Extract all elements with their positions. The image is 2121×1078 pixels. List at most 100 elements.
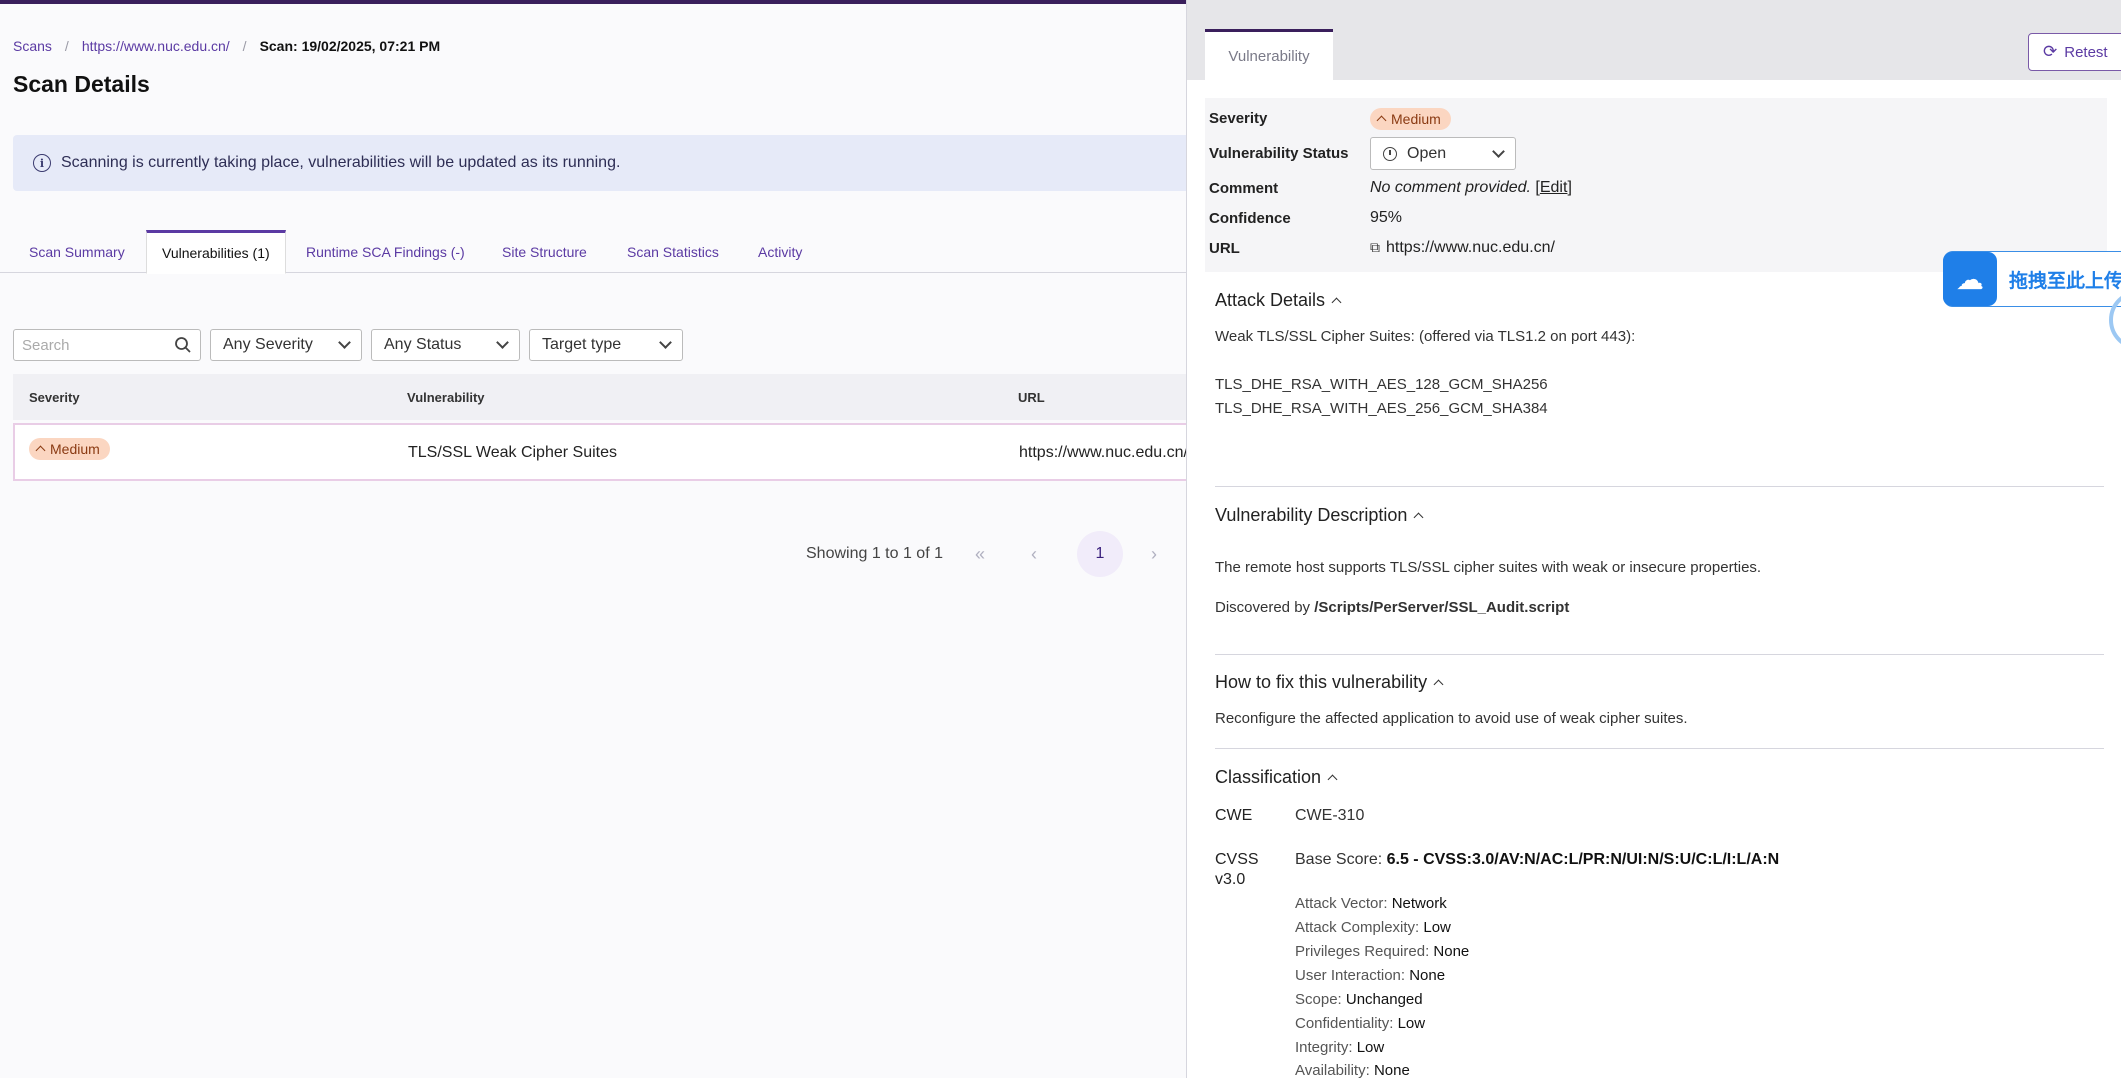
floating-upload-widget[interactable]: ☁ 拖拽至此上传	[1943, 251, 2121, 307]
divider	[1215, 748, 2104, 749]
search-input[interactable]: Search	[13, 329, 201, 361]
tab-scan-summary[interactable]: Scan Summary	[14, 230, 140, 273]
how-to-fix-text: Reconfigure the affected application to …	[1215, 710, 1688, 727]
confidence-value: 95%	[1370, 209, 1403, 226]
cwe-value: CWE-310	[1295, 807, 1365, 824]
severity-filter-value: Any Severity	[223, 336, 313, 353]
url-value[interactable]: ⧉ https://www.nuc.edu.cn/	[1370, 239, 1555, 257]
attack-details-header[interactable]: Attack Details	[1215, 290, 1342, 311]
breadcrumb-scans-link[interactable]: Scans	[13, 38, 52, 54]
vulnerability-status-dropdown[interactable]: Open	[1370, 137, 1516, 170]
cvss-metric: Attack Complexity: Low	[1295, 919, 1451, 936]
vulnerability-status-label: Vulnerability Status	[1209, 144, 1349, 162]
discovered-by: Discovered by /Scripts/PerServer/SSL_Aud…	[1215, 599, 1570, 616]
breadcrumb-separator: /	[64, 38, 69, 54]
cvss-base-score: Base Score: 6.5 - CVSS:3.0/AV:N/AC:L/PR:…	[1295, 851, 1780, 868]
cvss-metric: Scope: Unchanged	[1295, 991, 1423, 1008]
search-icon	[175, 337, 191, 353]
severity-badge-medium: Medium	[1370, 108, 1451, 130]
vulnerability-detail-pane: Vulnerability ⟳ Retest Severity Medium V…	[1186, 0, 2121, 1078]
comment-value: No comment provided. [Edit]	[1370, 179, 1572, 196]
breadcrumb-current: Scan: 19/02/2025, 07:21 PM	[259, 38, 441, 54]
chevron-up-icon	[1327, 774, 1338, 785]
target-type-filter-value: Target type	[542, 336, 622, 353]
attack-details-line: TLS_DHE_RSA_WITH_AES_256_GCM_SHA384	[1215, 400, 1548, 417]
chevron-up-icon	[1413, 512, 1424, 523]
banner-text: Scanning is currently taking place, vuln…	[61, 154, 621, 171]
how-to-fix-header[interactable]: How to fix this vulnerability	[1215, 672, 1444, 693]
column-header-severity[interactable]: Severity	[29, 390, 80, 405]
scanning-info-banner: i Scanning is currently taking place, vu…	[13, 135, 1186, 191]
breadcrumb-site-link[interactable]: https://www.nuc.edu.cn/	[82, 38, 230, 54]
cvss-metric: Attack Vector: Network	[1295, 895, 1447, 912]
confidence-label: Confidence	[1209, 209, 1291, 227]
info-icon: i	[33, 154, 51, 172]
attack-details-line: TLS_DHE_RSA_WITH_AES_128_GCM_SHA256	[1215, 376, 1548, 393]
prev-page-button[interactable]: ‹	[1011, 531, 1057, 577]
vulnerability-cell: TLS/SSL Weak Cipher Suites	[408, 444, 617, 461]
chevron-down-icon	[659, 336, 672, 349]
comment-label: Comment	[1209, 179, 1279, 197]
cvss-version-label: v3.0	[1215, 871, 1246, 888]
status-filter-dropdown[interactable]: Any Status	[371, 329, 520, 361]
severity-cell: Medium	[29, 438, 110, 460]
status-filter-value: Any Status	[384, 336, 462, 353]
tab-site-structure[interactable]: Site Structure	[487, 230, 602, 273]
chevron-up-icon	[1331, 297, 1342, 308]
tab-vulnerability[interactable]: Vulnerability	[1205, 29, 1333, 80]
severity-badge-medium: Medium	[29, 438, 110, 460]
target-type-filter-dropdown[interactable]: Target type	[529, 329, 683, 361]
url-label: URL	[1209, 239, 1240, 257]
tab-vulnerabilities[interactable]: Vulnerabilities (1)	[146, 230, 286, 274]
scan-tabs: Scan Summary Vulnerabilities (1) Runtime…	[0, 230, 1186, 274]
cloud-upload-icon: ☁	[1943, 252, 1997, 306]
breadcrumb: Scans / https://www.nuc.edu.cn/ / Scan: …	[13, 38, 440, 54]
chevron-up-icon	[1433, 679, 1444, 690]
page-title: Scan Details	[13, 71, 150, 97]
cwe-label: CWE	[1215, 807, 1253, 824]
severity-filter-dropdown[interactable]: Any Severity	[210, 329, 362, 361]
severity-label: Severity	[1209, 109, 1268, 127]
discovered-by-script: /Scripts/PerServer/SSL_Audit.script	[1314, 599, 1570, 616]
vulnerability-description-header[interactable]: Vulnerability Description	[1215, 505, 1424, 526]
tab-runtime-sca-findings[interactable]: Runtime SCA Findings (-)	[291, 230, 480, 273]
chevron-down-icon	[496, 336, 509, 349]
classification-header[interactable]: Classification	[1215, 767, 1338, 788]
tab-activity[interactable]: Activity	[743, 230, 817, 273]
cvss-metric: Integrity: Low	[1295, 1039, 1385, 1056]
refresh-icon: ⟳	[2043, 42, 2058, 61]
url-cell: https://www.nuc.edu.cn/	[1019, 444, 1188, 461]
top-accent-bar	[0, 0, 1186, 4]
caret-up-icon	[1376, 115, 1387, 126]
breadcrumb-separator: /	[242, 38, 247, 54]
column-header-vulnerability[interactable]: Vulnerability	[407, 390, 485, 405]
caret-up-icon	[35, 445, 46, 456]
vulnerability-description-text: The remote host supports TLS/SSL cipher …	[1215, 559, 1762, 576]
next-page-button[interactable]: ›	[1131, 531, 1177, 577]
cvss-metric: Availability: None	[1295, 1062, 1410, 1078]
vulnerability-status-field: Open	[1370, 137, 1516, 170]
cvss-metric: Confidentiality: Low	[1295, 1015, 1426, 1032]
clock-icon	[1383, 146, 1397, 161]
first-page-button[interactable]: «	[957, 531, 1003, 577]
divider	[1215, 654, 2104, 655]
external-link-icon: ⧉	[1370, 239, 1380, 255]
vulnerability-properties: Severity Medium Vulnerability Status Ope…	[1205, 98, 2107, 272]
chevron-down-icon	[1492, 144, 1505, 158]
pagination: Showing 1 to 1 of 1 « ‹ 1 ›	[806, 531, 1177, 577]
detail-header: Vulnerability ⟳ Retest	[1187, 0, 2121, 80]
scan-details-pane: Scans / https://www.nuc.edu.cn/ / Scan: …	[0, 0, 1188, 1078]
tab-scan-statistics[interactable]: Scan Statistics	[612, 230, 734, 273]
cvss-metric: User Interaction: None	[1295, 967, 1446, 984]
pagination-summary: Showing 1 to 1 of 1	[806, 545, 943, 562]
retest-button[interactable]: ⟳ Retest	[2028, 33, 2121, 71]
divider	[1215, 486, 2104, 487]
page-1-button[interactable]: 1	[1076, 531, 1123, 577]
column-header-url[interactable]: URL	[1018, 390, 1045, 405]
vulnerabilities-table-header: Severity Vulnerability URL	[13, 374, 1186, 420]
table-row[interactable]: Medium TLS/SSL Weak Cipher Suites https:…	[13, 423, 1188, 481]
cvss-label: CVSS	[1215, 851, 1259, 868]
severity-value: Medium	[1370, 108, 1451, 130]
edit-comment-link[interactable]: Edit	[1540, 179, 1568, 196]
chevron-down-icon	[338, 336, 351, 349]
